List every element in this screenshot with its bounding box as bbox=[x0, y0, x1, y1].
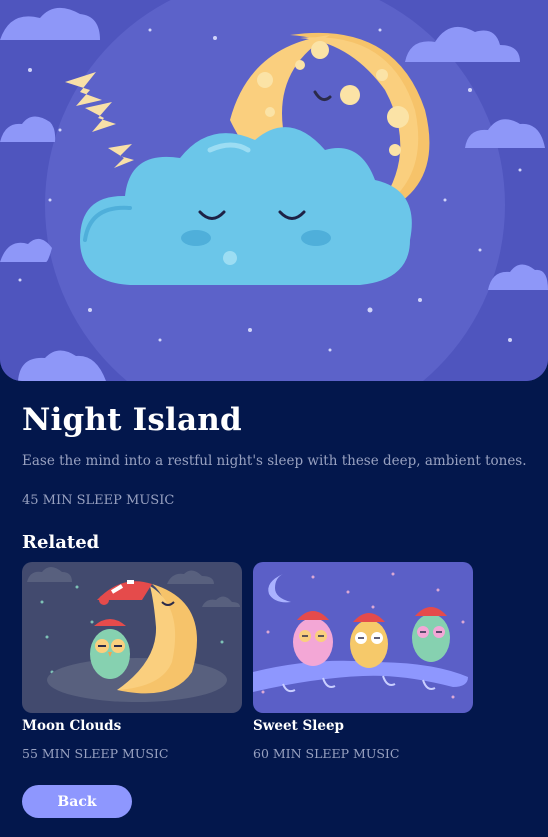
related-heading: Related bbox=[22, 532, 100, 553]
related-card-sweet-sleep[interactable]: Sweet Sleep 60 MIN SLEEP MUSIC bbox=[253, 562, 473, 761]
related-card-title[interactable]: Moon Clouds bbox=[22, 718, 242, 734]
track-description: Ease the mind into a restful night's sle… bbox=[22, 453, 527, 469]
related-card-duration: 55 MIN SLEEP MUSIC bbox=[22, 746, 169, 761]
related-card-thumbnail[interactable] bbox=[22, 562, 242, 713]
track-duration: 45 MIN SLEEP MUSIC bbox=[22, 493, 175, 508]
related-card-duration: 60 MIN SLEEP MUSIC bbox=[253, 746, 400, 761]
related-card-thumbnail[interactable] bbox=[253, 562, 473, 713]
related-card-moon-clouds[interactable]: Moon Clouds 55 MIN SLEEP MUSIC bbox=[22, 562, 242, 761]
back-button[interactable]: Back bbox=[22, 785, 132, 818]
track-title: Night Island bbox=[22, 402, 242, 438]
hero-image bbox=[0, 0, 548, 381]
related-card-title[interactable]: Sweet Sleep bbox=[253, 718, 473, 734]
